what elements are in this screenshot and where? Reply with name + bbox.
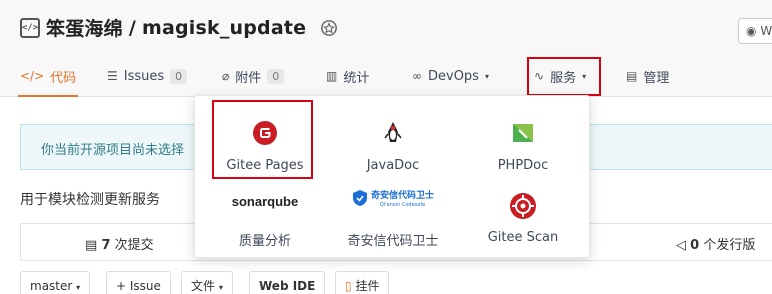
issues-count-badge: 0 — [170, 68, 188, 84]
recommended-badge-icon — [321, 19, 338, 36]
gitee-scan-icon — [510, 193, 536, 219]
tab-label: 管理 — [643, 70, 670, 86]
service-phpdoc[interactable]: PHPDoc — [463, 112, 583, 176]
service-label: 质量分析 — [238, 234, 291, 249]
tab-stats[interactable]: ▥ 统计 — [326, 58, 369, 94]
chevron-down-icon: ▾ — [76, 283, 81, 292]
file-menu-button[interactable]: 文件 ▾ — [181, 271, 233, 294]
web-ide-button[interactable]: Web IDE — [249, 271, 326, 294]
releases-count: 0 — [690, 238, 700, 253]
repo-tabs: </> 代码 ☰ Issues 0 ⌀ 附件 0 ▥ 统计 ∞ DevOps ▾… — [0, 58, 772, 97]
eye-icon: ◉ — [746, 24, 757, 38]
tab-label: 代码 — [50, 70, 77, 86]
commits-stat[interactable]: ▤ 7 次提交 — [85, 234, 154, 253]
qianxin-logo-sub: Qi'anxin Codesafe — [379, 202, 426, 208]
branch-label: master — [30, 279, 73, 293]
new-issue-button[interactable]: + Issue — [106, 271, 171, 294]
bookmark-icon: ▯ — [345, 279, 352, 293]
watch-button[interactable]: ◉ W — [738, 18, 772, 44]
tab-label: 统计 — [343, 70, 370, 86]
repository-icon: </> — [20, 17, 40, 38]
phpdoc-icon — [513, 124, 533, 142]
tab-label: 附件 — [235, 70, 262, 86]
file-label: 文件 — [191, 279, 216, 293]
tab-devops[interactable]: ∞ DevOps ▾ — [412, 58, 489, 94]
service-gitee-scan[interactable]: Gitee Scan — [463, 184, 583, 248]
code-icon: </> — [20, 69, 45, 83]
releases-label: 个发行版 — [703, 238, 756, 253]
notice-text: 你当前开源项目尚未选择 — [41, 143, 185, 158]
sonarqube-icon: sonarqube — [231, 194, 299, 209]
service-sonarqube[interactable]: sonarqube 质量分析 — [205, 184, 325, 249]
tab-attachments[interactable]: ⌀ 附件 0 — [222, 58, 285, 94]
services-tab-highlight — [527, 57, 601, 96]
tab-label: Issues — [123, 68, 165, 84]
repo-path-separator: / — [128, 16, 136, 39]
service-qianxin[interactable]: 奇安信代码卫士 Qi'anxin Codesafe 奇安信代码卫士 — [333, 184, 453, 249]
repo-title: </> 笨蛋海绵 / magisk_update — [20, 14, 338, 41]
infinity-icon: ∞ — [412, 69, 422, 83]
chevron-down-icon: ▾ — [484, 71, 489, 81]
commits-label: 次提交 — [114, 238, 154, 253]
widget-label: 挂件 — [355, 279, 380, 293]
repo-description: 用于模块检测更新服务 — [20, 192, 160, 208]
qianxin-icon: 奇安信代码卫士 Qi'anxin Codesafe — [352, 188, 434, 208]
bar-chart-icon: ▥ — [326, 69, 338, 83]
releases-stat[interactable]: ◁ 0 个发行版 — [676, 234, 755, 253]
javadoc-icon — [384, 122, 402, 142]
commits-count: 7 — [101, 238, 111, 253]
send-icon: ◁ — [676, 238, 686, 253]
service-label: PHPDoc — [497, 158, 549, 173]
widget-button[interactable]: ▯ 挂件 — [335, 271, 390, 294]
service-javadoc[interactable]: JavaDoc — [333, 112, 453, 176]
chevron-down-icon: ▾ — [218, 283, 223, 292]
tab-label: DevOps — [428, 68, 479, 84]
attachments-count-badge: 0 — [267, 68, 285, 84]
repo-header: </> 笨蛋海绵 / magisk_update ◉ W </> 代码 ☰ Is… — [0, 0, 772, 97]
watch-label: W — [760, 24, 772, 38]
paperclip-icon: ⌀ — [222, 69, 230, 83]
branch-select[interactable]: master ▾ — [20, 271, 91, 294]
repo-owner-link[interactable]: 笨蛋海绵 — [46, 14, 123, 41]
service-label: Gitee Scan — [487, 230, 559, 245]
issues-icon: ☰ — [107, 69, 118, 83]
shield-icon — [352, 190, 367, 206]
qianxin-logo-text: 奇安信代码卫士 — [370, 191, 435, 201]
service-label: JavaDoc — [366, 158, 420, 173]
tab-issues[interactable]: ☰ Issues 0 — [107, 58, 188, 94]
commit-icon: ▤ — [85, 238, 98, 253]
tab-manage[interactable]: ▤ 管理 — [626, 58, 669, 94]
repo-name-link[interactable]: magisk_update — [142, 17, 306, 39]
tab-code[interactable]: </> 代码 — [17, 58, 79, 97]
gitee-pages-highlight — [212, 100, 313, 179]
settings-doc-icon: ▤ — [626, 69, 638, 83]
service-label: 奇安信代码卫士 — [347, 234, 439, 249]
